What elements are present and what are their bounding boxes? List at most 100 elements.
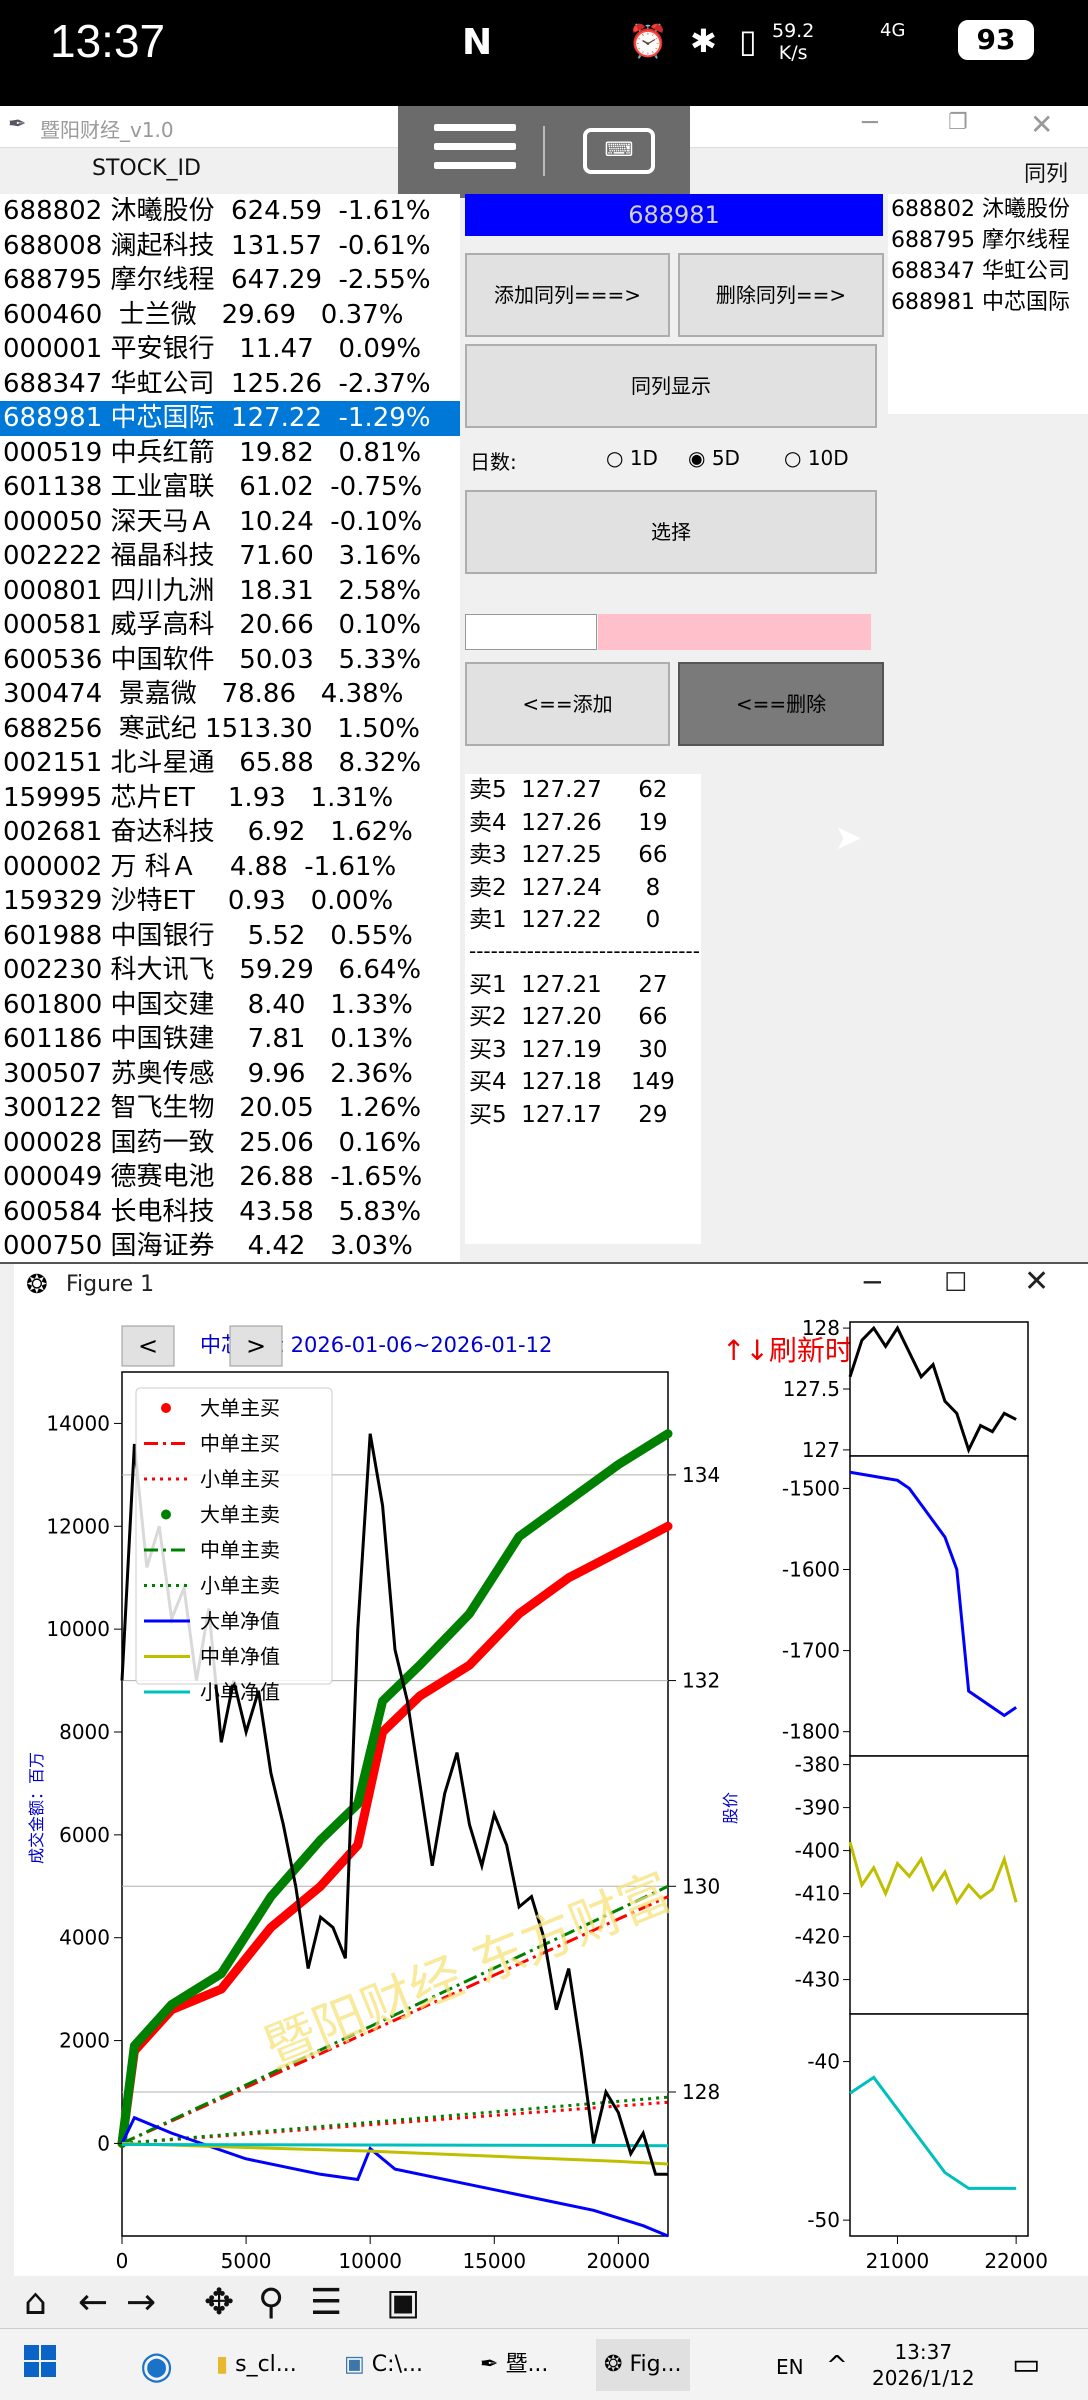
figure-close-button[interactable]: ✕: [1024, 1264, 1049, 1299]
legend-marker: [161, 1509, 171, 1520]
y2-tick-label: 132: [682, 1669, 720, 1693]
code-entry[interactable]: [465, 614, 597, 650]
keyboard-icon[interactable]: ⌨: [583, 128, 655, 174]
x-tick-label: 20000: [587, 2249, 651, 2273]
stock-row[interactable]: 688795 摩尔线程 647.29 -2.55%: [0, 263, 460, 298]
zoom-icon[interactable]: ⚲: [258, 2282, 284, 2323]
same-col-item[interactable]: 688802 沐曦股份: [888, 194, 1088, 225]
stock-row[interactable]: 000002 万 科Ａ 4.88 -1.61%: [0, 850, 460, 885]
speed-unit: K/s: [778, 42, 808, 64]
stock-row[interactable]: 000049 德赛电池 26.88 -1.65%: [0, 1160, 460, 1195]
menu-icon[interactable]: [434, 124, 516, 178]
stock-row[interactable]: 600536 中国软件 50.03 5.33%: [0, 643, 460, 678]
taskbar-app-label: 暨...: [505, 2352, 549, 2377]
stock-row[interactable]: 300507 苏奥传感 9.96 2.36%: [0, 1057, 460, 1092]
taskbar-app-main[interactable]: ✒ 暨...: [480, 2339, 548, 2391]
stock-row[interactable]: 600584 长电科技 43.58 5.83%: [0, 1195, 460, 1230]
radio-10d-label: 10D: [807, 446, 849, 470]
ask-row: 卖2 127.24 8: [469, 874, 661, 901]
stock-row[interactable]: 688256 寒武纪 1513.30 1.50%: [0, 712, 460, 747]
delete-same-col-button[interactable]: 删除同列==>: [678, 253, 884, 337]
notification-icon[interactable]: ▭: [1012, 2347, 1040, 2382]
subplot-y-tick-label: -40: [807, 2050, 840, 2074]
stock-id-header[interactable]: STOCK_ID: [92, 156, 201, 181]
figure-toolbar: ⌂ ← → ✥ ⚲ ☰ ▣: [14, 2276, 1088, 2330]
forward-icon[interactable]: →: [126, 2282, 156, 2323]
stock-row[interactable]: 688802 沐曦股份 624.59 -1.61%: [0, 194, 460, 229]
stock-row[interactable]: 002222 福晶科技 71.60 3.16%: [0, 539, 460, 574]
input-language[interactable]: EN: [776, 2355, 804, 2379]
stock-row[interactable]: 002230 科大讯飞 59.29 6.64%: [0, 953, 460, 988]
stock-row[interactable]: 601988 中国银行 5.52 0.55%: [0, 919, 460, 954]
stock-row[interactable]: 159995 芯片ET 1.93 1.31%: [0, 781, 460, 816]
radio-10d[interactable]: ○ 10D: [784, 446, 849, 470]
status-entry[interactable]: [598, 614, 871, 650]
stock-row[interactable]: 002681 奋达科技 6.92 1.62%: [0, 815, 460, 850]
subplot-y-tick-label: -1500: [782, 1476, 840, 1500]
stock-row[interactable]: 000028 国药一致 25.06 0.16%: [0, 1126, 460, 1161]
same-col-item[interactable]: 688347 华虹公司: [888, 256, 1088, 287]
delete-button[interactable]: <==删除: [678, 662, 884, 746]
y-tick-label: 4000: [59, 1926, 110, 1950]
configure-icon[interactable]: ☰: [310, 2282, 342, 2323]
pan-icon[interactable]: ✥: [204, 2282, 234, 2323]
bid-row: 买1 127.21 27: [469, 971, 668, 998]
feather-icon: ✒: [8, 112, 27, 137]
stock-row[interactable]: 688347 华虹公司 125.26 -2.37%: [0, 367, 460, 402]
same-col-item[interactable]: 688981 中芯国际: [888, 287, 1088, 318]
stock-row[interactable]: 688981 中芯国际 127.22 -1.29%: [0, 401, 460, 436]
taskbar-clock[interactable]: 13:37 2026/1/12: [872, 2339, 975, 2391]
stock-row[interactable]: 601800 中国交建 8.40 1.33%: [0, 988, 460, 1023]
home-icon[interactable]: ⌂: [24, 2282, 47, 2323]
stock-row[interactable]: 300474 景嘉微 78.86 4.38%: [0, 677, 460, 712]
figure-canvas[interactable]: 0 5000 10000 15000 20000 0 2000 4000 6000 8000 100…: [14, 1308, 1088, 2276]
show-same-col-button[interactable]: 同列显示: [465, 344, 877, 428]
stock-row[interactable]: 600460 士兰微 29.69 0.37%: [0, 298, 460, 333]
stock-row[interactable]: 300122 智飞生物 20.05 1.26%: [0, 1091, 460, 1126]
radio-5d[interactable]: ◉ 5D: [688, 446, 740, 470]
radio-1d[interactable]: ○ 1D: [606, 446, 658, 470]
taskbar-app-figure[interactable]: ❂ Fig...: [596, 2339, 690, 2391]
same-col-list[interactable]: 688802 沐曦股份 688795 摩尔线程 688347 华虹公司 688981 …: [888, 194, 1088, 414]
save-icon[interactable]: ▣: [386, 2282, 420, 2323]
taskbar-app-python[interactable]: ▣ C:\...: [344, 2339, 423, 2391]
stock-row[interactable]: 000519 中兵红箭 19.82 0.81%: [0, 436, 460, 471]
stock-list[interactable]: 688802 沐曦股份 624.59 -1.61% 688008 澜起科技 131…: [0, 194, 460, 1266]
nfc-icon: N: [462, 22, 493, 63]
figure-maximize-button[interactable]: ☐: [944, 1268, 967, 1298]
x-tick-label: 10000: [338, 2249, 402, 2273]
stock-row[interactable]: 601186 中国铁建 7.81 0.13%: [0, 1022, 460, 1057]
stock-row[interactable]: 159329 沙特ET 0.93 0.00%: [0, 884, 460, 919]
network-speed: 59.2 K/s: [772, 20, 814, 64]
add-button[interactable]: <==添加: [465, 662, 670, 746]
bid-row: 买3 127.19 30: [469, 1036, 668, 1063]
stock-row[interactable]: 000050 深天马Ａ 10.24 -0.10%: [0, 505, 460, 540]
figure-minimize-button[interactable]: ─: [864, 1266, 881, 1299]
radio-1d-label: 1D: [629, 446, 658, 470]
radio-5d-label: 5D: [711, 446, 740, 470]
stock-row[interactable]: 688008 澜起科技 131.57 -0.61%: [0, 229, 460, 264]
stock-row[interactable]: 000581 威孚高科 20.66 0.10%: [0, 608, 460, 643]
same-col-item[interactable]: 688795 摩尔线程: [888, 225, 1088, 256]
stock-row[interactable]: 601138 工业富联 61.02 -0.75%: [0, 470, 460, 505]
stock-row[interactable]: 000801 四川九洲 18.31 2.58%: [0, 574, 460, 609]
status-bar: 13:37 N ⏰ ✱ ▯ 59.2 K/s 4G 93: [0, 0, 1088, 106]
window-title: 暨阳财经_v1.0: [40, 118, 174, 142]
status-time: 13:37: [50, 15, 166, 67]
add-same-col-button[interactable]: 添加同列===>: [465, 253, 670, 337]
clock-time: 13:37: [894, 2340, 953, 2364]
windows-start-icon[interactable]: [24, 2345, 56, 2377]
back-icon[interactable]: ←: [78, 2282, 108, 2323]
select-button[interactable]: 选择: [465, 490, 877, 574]
minimize-button[interactable]: ─: [862, 108, 878, 138]
restore-button[interactable]: ❐: [948, 110, 968, 135]
keyboard-overlay[interactable]: ⌨: [398, 106, 690, 198]
stock-row[interactable]: 002151 北斗星通 65.88 8.32%: [0, 746, 460, 781]
stock-row[interactable]: 000750 国海证券 4.42 3.03%: [0, 1229, 460, 1264]
taskbar-app-explorer[interactable]: ▮ s_cl...: [216, 2339, 297, 2391]
figure-titlebar[interactable]: ❂ Figure 1 ─ ☐ ✕: [14, 1264, 1088, 1308]
close-button[interactable]: ✕: [1030, 108, 1053, 141]
stock-row[interactable]: 000001 平安银行 11.47 0.09%: [0, 332, 460, 367]
tray-chevron-icon[interactable]: ^: [826, 2351, 848, 2381]
edge-icon[interactable]: ◉: [140, 2339, 173, 2391]
